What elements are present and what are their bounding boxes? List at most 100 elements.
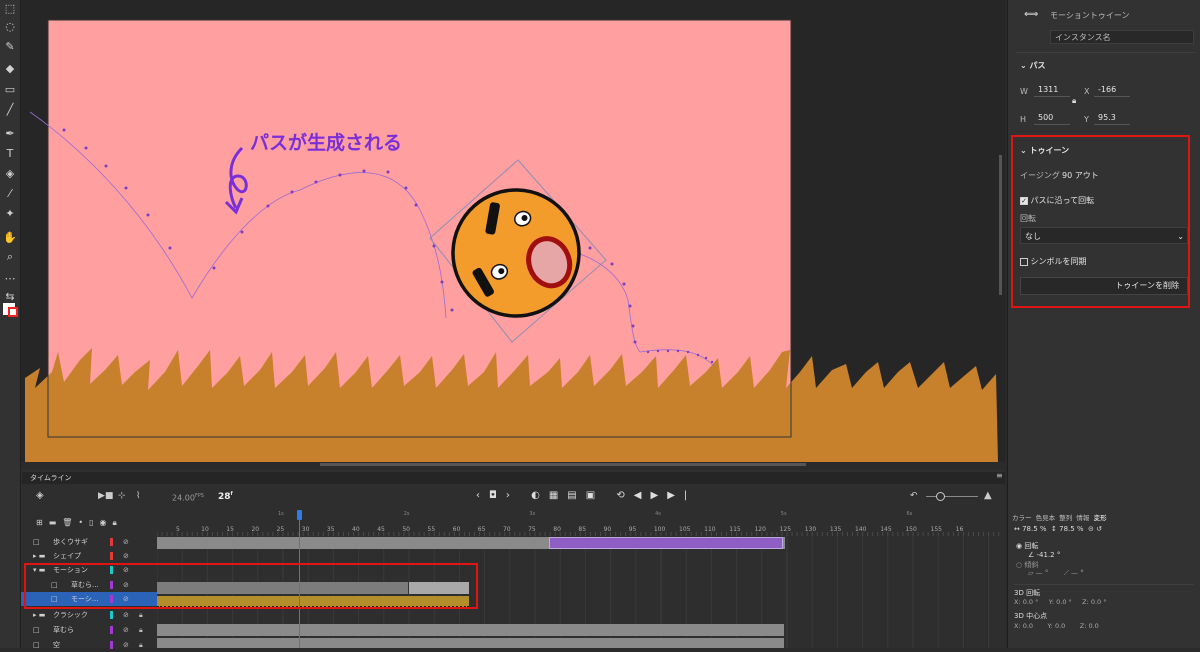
track-sky[interactable] (157, 638, 784, 648)
frame-number: 110 (704, 526, 716, 533)
timeline-zoom-slider[interactable] (926, 496, 978, 497)
frame-number: 150 (905, 526, 917, 533)
sync-symbol-checkbox[interactable]: シンボルを同期 (1020, 256, 1087, 267)
layer-name: 歩くウサギ (53, 538, 88, 546)
frame-number: 25 (276, 526, 285, 533)
layer-lock-icon[interactable]: 🔒︎ (139, 623, 143, 637)
onion-outline-icon[interactable]: ▤ (567, 490, 585, 501)
mountains-icon[interactable]: ▲ (984, 490, 992, 501)
new-folder-icon[interactable]: ▬ (49, 518, 63, 527)
center-3d-fields[interactable]: X: 0.0 Y: 0.0 Z: 0.0 (1014, 622, 1099, 630)
easing-value[interactable]: 90 アウト (1062, 170, 1099, 181)
layer-row-7[interactable]: □ 空 ⊘ 🔒︎ (21, 638, 157, 652)
insert-keyframe-icon[interactable]: ◘ (489, 490, 506, 501)
zoom-reset-icon[interactable]: ↶ (910, 491, 918, 501)
fps-field[interactable]: 24.00FPS (172, 493, 204, 503)
onion-range-icon[interactable]: ▣ (586, 490, 604, 501)
layer-row-5[interactable]: ▸ ▬ クラシック ⊘ 🔒︎ (21, 608, 157, 622)
chevron-down-icon: ⌄ (1177, 232, 1184, 241)
graph-icon[interactable]: ⌇ (136, 491, 140, 501)
visibility-toggle-icon[interactable]: ⊘ (123, 638, 129, 652)
layer-color-swatch[interactable] (110, 538, 113, 546)
layer-color-swatch[interactable] (110, 626, 113, 634)
layer-row-6[interactable]: □ 草むら ⊘ 🔒︎ (21, 623, 157, 637)
path-x-field[interactable]: -166 (1094, 83, 1130, 97)
scale-height-field[interactable]: 78.5 % (1059, 525, 1083, 533)
seconds-marker: 6s (906, 511, 913, 517)
panel-menu-icon[interactable]: ≡ (996, 471, 1003, 480)
new-layer-icon[interactable]: ⊞ (36, 518, 49, 527)
layer-row-1[interactable]: ▸ ▬ シェイプ ⊘ (21, 549, 157, 563)
checkbox-checked-icon: ✓ (1020, 196, 1028, 205)
tab-align[interactable]: 整列 (1059, 514, 1072, 522)
path-section-header[interactable]: ⌄ パス (1020, 60, 1046, 71)
tab-swatches[interactable]: 色見本 (1036, 514, 1056, 522)
frame-number: 125 (779, 526, 792, 533)
visibility-toggle-icon[interactable]: ⊘ (123, 623, 129, 637)
frame-number: 5 (176, 526, 180, 533)
outline-icon[interactable]: ▯ (89, 518, 99, 527)
rotate-along-path-checkbox[interactable]: ✓ パスに沿って回転 (1020, 195, 1094, 206)
step-back-icon[interactable]: ◀ (634, 490, 651, 501)
lock-all-icon[interactable]: 🔒︎ (113, 518, 123, 527)
rotation-3d-fields[interactable]: X: 0.0 ° Y: 0.0 ° Z: 0.0 ° (1014, 598, 1107, 606)
skew-fields[interactable]: ▱ — ° ⟋ — ° (1028, 569, 1084, 578)
path-width-field[interactable]: 1311 (1034, 83, 1070, 97)
folder-icon: ▸ ▬ (33, 611, 46, 619)
delete-tween-button[interactable]: トゥイーンを削除 (1020, 277, 1188, 295)
path-height-field[interactable]: 500 (1034, 111, 1070, 125)
frame-number: 45 (377, 526, 385, 533)
camera-icon[interactable]: ▶■ (98, 491, 113, 501)
prev-keyframe-icon[interactable]: ‹ (476, 490, 489, 501)
vertical-scrollbar[interactable] (999, 155, 1002, 295)
frame-number: 40 (352, 526, 360, 533)
highlight-icon[interactable]: • (78, 518, 89, 527)
track-classic-grass[interactable] (157, 624, 784, 636)
edit-multiple-frames-icon[interactable]: ▦ (549, 490, 567, 501)
rotation-dropdown[interactable]: なし ⌄ (1020, 227, 1188, 244)
parenting-icon[interactable]: ⊹ (118, 491, 126, 501)
path-y-field[interactable]: 95.3 (1094, 111, 1130, 125)
horizontal-scrollbar[interactable] (320, 463, 806, 466)
layer-row-0[interactable]: □ 歩くウサギ ⊘ (21, 535, 157, 549)
visibility-icon[interactable]: ◉ (100, 518, 113, 527)
frame-number: 115 (729, 526, 741, 533)
step-forward-icon[interactable]: ▶| (667, 490, 696, 501)
visibility-toggle-icon[interactable]: ⊘ (123, 535, 129, 549)
next-keyframe-icon[interactable]: › (506, 490, 519, 501)
lock-icon[interactable]: 🔒︎ (1072, 96, 1076, 106)
layer-color-swatch[interactable] (110, 552, 113, 560)
layer-name: クラシック (53, 611, 88, 619)
layer-lock-icon[interactable]: 🔒︎ (139, 638, 143, 652)
layer-icon: □ (33, 626, 40, 634)
motion-tween-icon: ⟺ (1024, 9, 1039, 20)
visibility-toggle-icon[interactable]: ⊘ (123, 549, 129, 563)
rotate-angle-field[interactable]: ∠ -41.2 ° (1028, 551, 1060, 559)
frame-number: 145 (880, 526, 892, 533)
center-3d-label: 3D 中心点 (1014, 612, 1048, 620)
instance-name-input[interactable]: インスタンス名 (1050, 30, 1194, 44)
delete-layer-icon[interactable]: 🗑︎ (62, 518, 78, 527)
rotate-radio[interactable]: ◉ 回転 (1016, 541, 1038, 551)
layers-icon[interactable]: ◈ (36, 490, 44, 501)
play-icon[interactable]: ▶ (650, 490, 667, 501)
onion-skin-icon[interactable]: ◐ (531, 490, 549, 501)
layer-color-swatch[interactable] (110, 611, 113, 619)
frame-number: 135 (829, 526, 842, 533)
zoom-slider-handle[interactable] (936, 492, 945, 501)
link-icon[interactable]: ⊝ (1088, 525, 1094, 533)
reset-icon[interactable]: ↺ (1096, 525, 1102, 533)
loop-icon[interactable]: ⟲ (616, 490, 633, 501)
frame-number: 120 (754, 526, 766, 533)
motion-tween-span[interactable] (549, 537, 783, 549)
frame-number: 16 (955, 526, 964, 533)
tab-info[interactable]: 情報 (1076, 514, 1089, 522)
layer-icon: □ (33, 641, 40, 649)
layer-lock-icon[interactable]: 🔒︎ (139, 608, 143, 622)
tween-section-header[interactable]: ⌄ トゥイーン (1020, 145, 1069, 156)
visibility-toggle-icon[interactable]: ⊘ (123, 608, 129, 622)
tab-color[interactable]: カラー (1012, 514, 1032, 522)
scale-width-field[interactable]: 78.5 % (1022, 525, 1046, 533)
current-frame-field[interactable]: 28f (218, 491, 233, 502)
tab-transform[interactable]: 変形 (1094, 514, 1107, 522)
